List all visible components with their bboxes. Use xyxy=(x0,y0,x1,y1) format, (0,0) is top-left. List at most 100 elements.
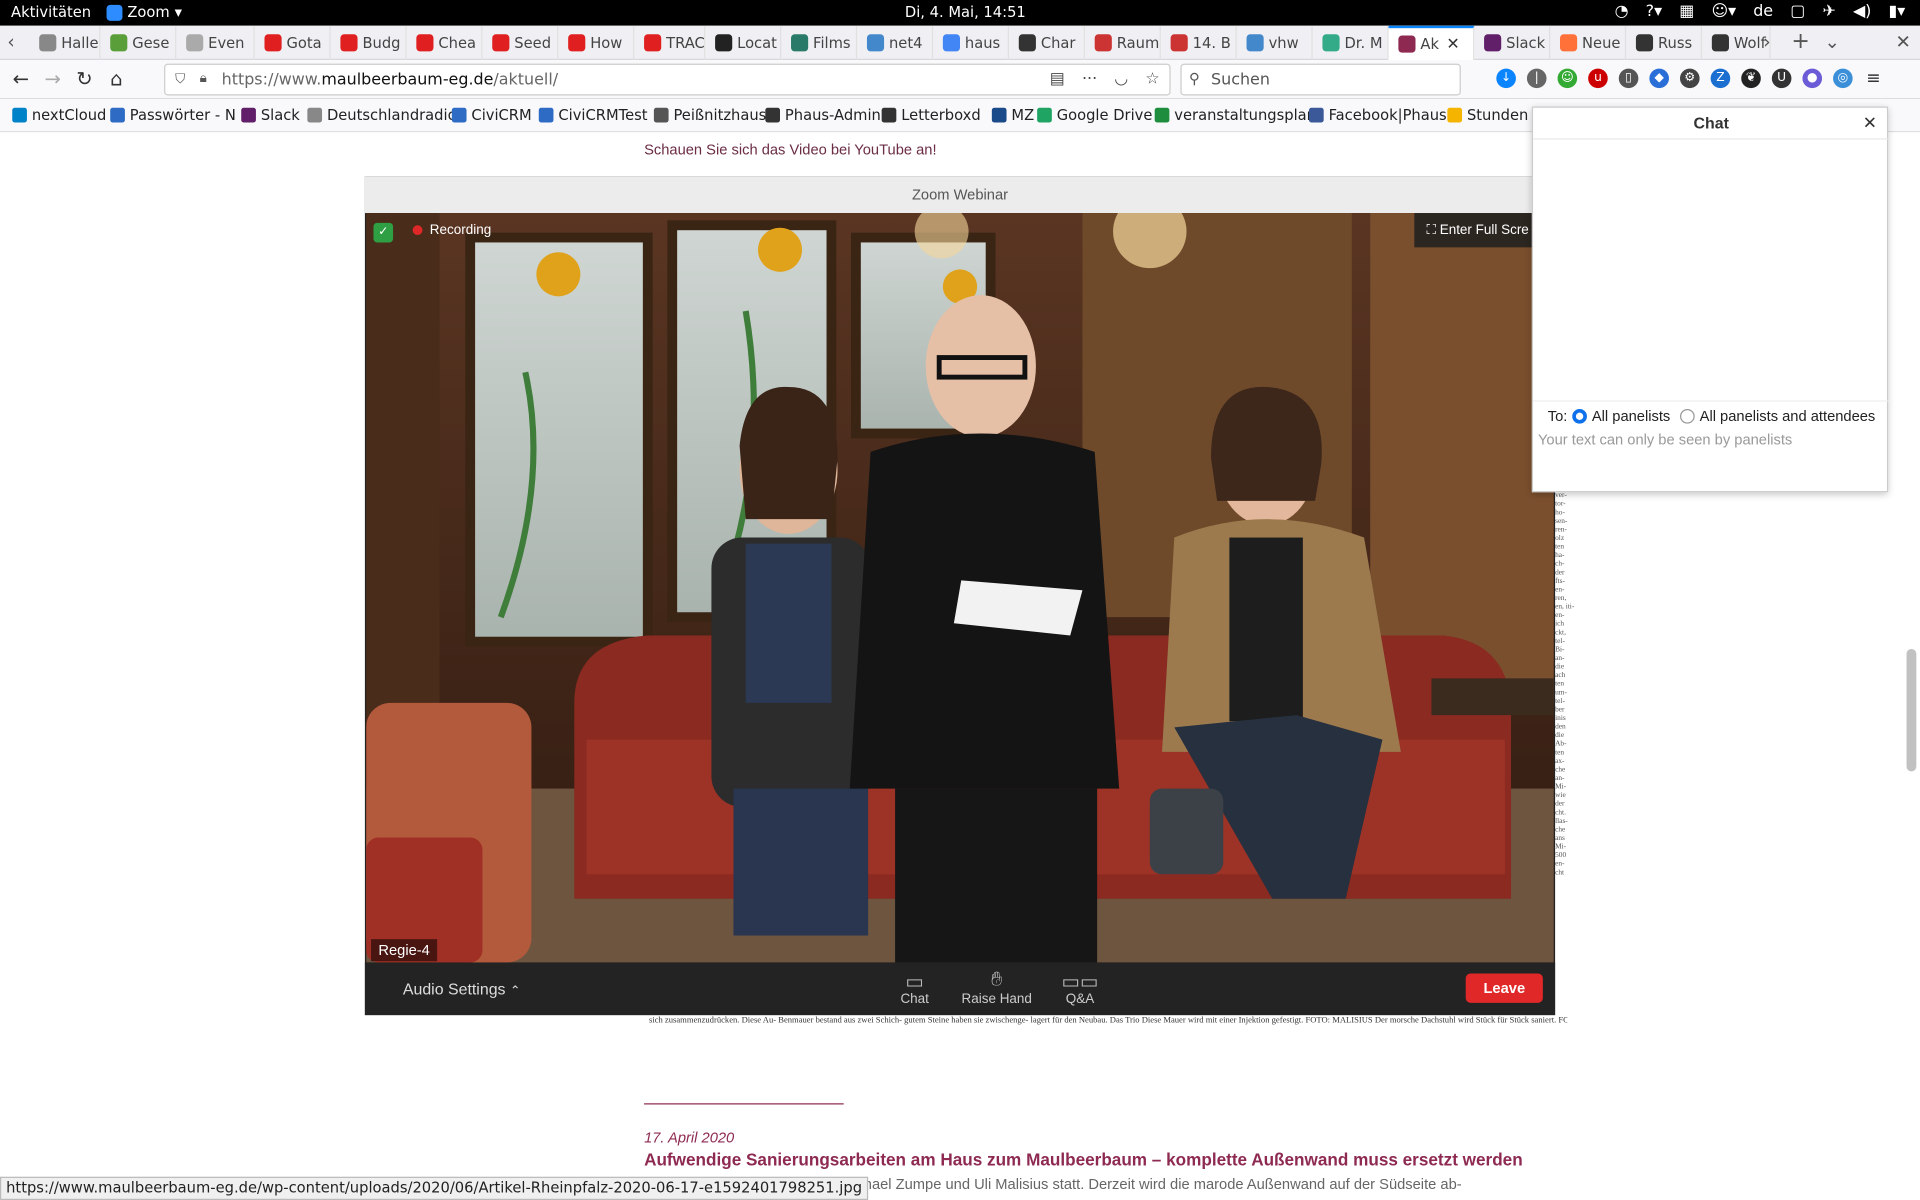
browser-tab[interactable]: Slack xyxy=(1474,25,1551,61)
encryption-shield-icon[interactable]: ✓ xyxy=(373,222,394,243)
browser-tab[interactable]: Halle xyxy=(29,25,101,61)
browser-tab[interactable]: Wolf xyxy=(1702,25,1771,61)
bookmark-item[interactable]: nextCloud xyxy=(12,107,106,124)
extension-gear-icon[interactable]: ⚙ xyxy=(1680,68,1700,89)
menu-hamburger-icon[interactable]: ≡ xyxy=(1863,68,1884,89)
tab-list-chevron-icon[interactable]: ⌄ xyxy=(1824,31,1839,53)
lock-icon[interactable]: 🔒︎ xyxy=(200,70,207,87)
browser-tab[interactable]: net4 xyxy=(857,25,934,61)
forward-arrow-icon[interactable]: → xyxy=(39,66,66,93)
raise-hand-button[interactable]: ✋︎ Raise Hand xyxy=(960,970,1033,1007)
bookmark-item[interactable]: Phaus-Admin xyxy=(765,107,881,124)
option-all-panelists-label[interactable]: All panelists xyxy=(1592,408,1670,425)
reader-view-icon[interactable]: ▤ xyxy=(1050,70,1065,88)
radio-all-panelists[interactable] xyxy=(1572,408,1587,424)
browser-tab[interactable]: Seed xyxy=(482,25,559,61)
audio-settings-button[interactable]: Audio Settings ⌃ xyxy=(403,980,520,998)
close-icon[interactable]: ✕ xyxy=(1863,113,1877,134)
browser-tab[interactable]: How xyxy=(558,25,635,61)
download-icon[interactable]: ↓ xyxy=(1496,68,1516,89)
headphones-icon[interactable]: ◔ xyxy=(1615,2,1629,20)
reload-icon[interactable]: ↻ xyxy=(71,66,98,93)
bookmark-item[interactable]: Peißnitzhaus xyxy=(653,107,766,124)
youtube-link[interactable]: Schauen Sie sich das Video bei YouTube a… xyxy=(644,141,936,158)
window-close-icon[interactable]: ✕ xyxy=(1896,31,1911,53)
new-tab-icon[interactable]: + xyxy=(1791,28,1809,54)
qa-button[interactable]: ▭▭ Q&A xyxy=(1043,970,1116,1006)
extension-feather-icon[interactable]: ❦ xyxy=(1741,68,1761,89)
extension-z-icon[interactable]: Z xyxy=(1710,68,1731,89)
app-menu[interactable]: Zoom ▾ xyxy=(106,4,182,21)
accessibility-icon[interactable]: ☺▾ xyxy=(1711,2,1736,20)
battery-icon[interactable]: ▮▾ xyxy=(1889,2,1906,20)
bookmark-label: Google Drive xyxy=(1056,106,1153,124)
bookmark-item[interactable]: Passwörter - N xyxy=(110,107,236,124)
language-indicator[interactable]: de xyxy=(1753,2,1773,20)
browser-tab[interactable]: Raum xyxy=(1085,25,1161,61)
page-actions-icon[interactable]: ··· xyxy=(1082,70,1097,88)
bookmark-item[interactable]: Slack xyxy=(241,107,300,124)
search-bar[interactable]: ⚲ Suchen xyxy=(1180,63,1461,96)
activities-button[interactable]: Aktivitäten xyxy=(11,4,91,21)
clock[interactable]: Di, 4. Mai, 14:51 xyxy=(905,4,1026,21)
browser-tab[interactable]: Ak ✕ xyxy=(1388,25,1475,61)
url-text[interactable]: https://www.maulbeerbaum-eg.de/aktuell/ xyxy=(222,71,558,89)
chat-input[interactable]: Your text can only be seen by panelists xyxy=(1538,431,1792,448)
radio-panelists-and-attendees[interactable] xyxy=(1680,408,1695,424)
bookmark-star-icon[interactable]: ☆ xyxy=(1145,70,1159,88)
browser-tab[interactable]: Neue xyxy=(1550,25,1627,61)
leave-button[interactable]: Leave xyxy=(1465,973,1543,1003)
browser-tab[interactable]: Char xyxy=(1009,25,1085,61)
browser-tab[interactable]: TRAC xyxy=(634,25,706,61)
browser-tab[interactable]: Chea xyxy=(407,25,483,61)
bookmark-item[interactable]: Google Drive xyxy=(1037,107,1152,124)
bookmark-item[interactable]: CiviCRMTest xyxy=(538,107,648,124)
browser-tab[interactable]: Budg xyxy=(331,25,407,61)
tracking-shield-icon[interactable]: ⛉ xyxy=(175,71,185,88)
extension-smiley-icon[interactable]: ☺ xyxy=(1557,68,1578,89)
newspaper-article-bottom-edge[interactable]: sich zusammenzudrücken. Diese Au- Benmau… xyxy=(649,1015,1567,1030)
page-scrollbar[interactable] xyxy=(1906,648,1917,772)
browser-tab[interactable]: Even xyxy=(176,25,255,61)
bookmark-item[interactable]: MZ xyxy=(991,107,1034,124)
library-icon[interactable]: | xyxy=(1526,68,1547,89)
volume-icon[interactable]: ◀) xyxy=(1853,2,1871,20)
extension-circle-icon[interactable]: ◎ xyxy=(1833,68,1853,89)
qa-bubbles-icon: ▭▭ xyxy=(1061,972,1099,994)
extension-mask-icon[interactable]: ● xyxy=(1802,68,1823,89)
bookmark-item[interactable]: CiviCRM xyxy=(451,107,532,124)
browser-tab[interactable]: 14. B xyxy=(1161,25,1237,61)
option-all-attendees-label[interactable]: All panelists and attendees xyxy=(1700,408,1876,425)
window-icon[interactable]: ▢ xyxy=(1790,2,1805,20)
bookmark-item[interactable]: Stunden 2 xyxy=(1447,107,1542,124)
bookmark-item[interactable]: Letterboxd xyxy=(881,107,981,124)
ublock-icon[interactable]: u xyxy=(1588,68,1608,89)
extension-shield-icon[interactable]: ◆ xyxy=(1649,68,1669,89)
browser-tab[interactable]: Dr. M xyxy=(1313,25,1389,61)
browser-tab[interactable]: Gota xyxy=(255,25,331,61)
airplane-icon[interactable]: ✈ xyxy=(1822,2,1835,20)
browser-tab[interactable]: haus xyxy=(933,25,1009,61)
video-stream[interactable]: ✓ Recording ⛶ Enter Full Scre Regie-4 xyxy=(366,213,1554,963)
tab-close-icon[interactable]: ✕ xyxy=(1446,35,1459,53)
sidebar-icon[interactable]: ▯ xyxy=(1618,68,1639,89)
browser-tab[interactable]: Locat xyxy=(705,25,782,61)
browser-tab[interactable]: vhw xyxy=(1237,25,1313,61)
chat-button[interactable]: ▭ Chat xyxy=(878,970,951,1006)
home-icon[interactable]: ⌂ xyxy=(103,66,130,93)
help-icon[interactable]: ?▾ xyxy=(1646,2,1662,20)
post-title-link[interactable]: Aufwendige Sanierungsarbeiten am Haus zu… xyxy=(644,1150,1523,1170)
newspaper-article-right-edge[interactable]: ver- tor- ho- sen- ren- olz ten ha- ch- … xyxy=(1555,492,1575,1016)
calculator-icon[interactable]: ▦ xyxy=(1679,2,1694,20)
browser-tab[interactable]: Russ xyxy=(1626,25,1703,61)
browser-tab[interactable]: Films xyxy=(781,25,858,61)
bookmark-item[interactable]: Facebook|Phaus xyxy=(1308,107,1447,124)
bookmark-item[interactable]: veranstaltungsplan xyxy=(1154,107,1316,124)
bookmark-item[interactable]: Deutschlandradio xyxy=(307,107,457,124)
tab-scroll-left-icon[interactable]: ‹ xyxy=(7,31,14,53)
url-bar[interactable]: ⛉ 🔒︎ https://www.maulbeerbaum-eg.de/aktu… xyxy=(164,63,1171,96)
back-arrow-icon[interactable]: ← xyxy=(7,66,34,93)
pocket-icon[interactable]: ◡ xyxy=(1114,70,1128,88)
browser-tab[interactable]: Gese xyxy=(100,25,177,61)
extension-u-icon[interactable]: U xyxy=(1771,68,1792,89)
